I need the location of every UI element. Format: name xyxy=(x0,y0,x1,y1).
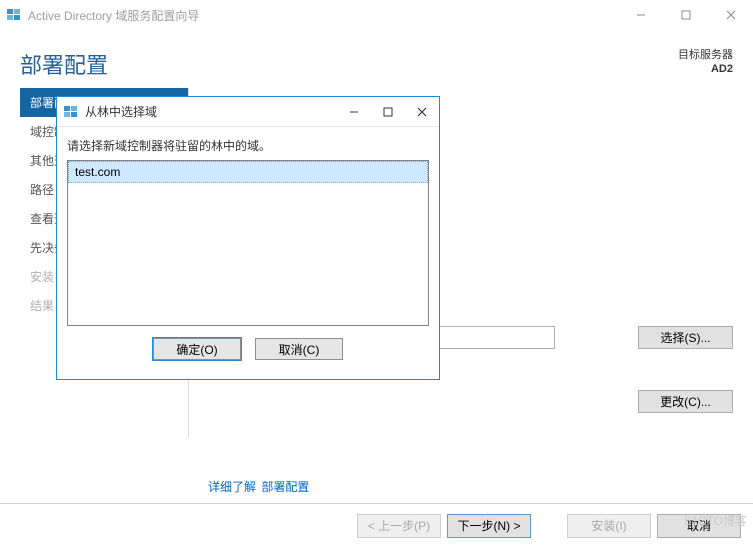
main-title: Active Directory 域服务配置向导 xyxy=(28,7,199,24)
dialog-ok-button[interactable]: 确定(O) xyxy=(153,338,241,360)
target-server-block: 目标服务器 AD2 xyxy=(678,48,733,80)
page-title: 部署配置 xyxy=(20,48,108,80)
main-titlebar: Active Directory 域服务配置向导 xyxy=(0,0,753,30)
learn-more-link[interactable]: 详细了解 部署配置 xyxy=(208,478,309,495)
dialog-title: 从林中选择域 xyxy=(85,103,157,120)
main-window-controls xyxy=(618,0,753,30)
ad-icon xyxy=(6,7,22,23)
learn-more-text-b: 部署配置 xyxy=(261,480,309,494)
install-button: 安装(I) xyxy=(567,514,651,538)
target-server-value: AD2 xyxy=(678,62,733,76)
minimize-button[interactable] xyxy=(618,0,663,30)
dialog-maximize-button[interactable] xyxy=(371,98,405,126)
dialog-footer: 确定(O) 取消(C) xyxy=(67,326,429,360)
dialog-window-controls xyxy=(337,98,439,126)
dialog-minimize-button[interactable] xyxy=(337,98,371,126)
dialog-body: 请选择新域控制器将驻留的林中的域。 test.com 确定(O) 取消(C) xyxy=(57,127,439,360)
dialog-cancel-button[interactable]: 取消(C) xyxy=(255,338,343,360)
wizard-footer: < 上一步(P) 下一步(N) > 安装(I) 取消 xyxy=(0,503,753,547)
ad-icon xyxy=(63,104,79,120)
select-domain-button[interactable]: 选择(S)... xyxy=(638,326,733,349)
dialog-titlebar: 从林中选择域 xyxy=(57,97,439,127)
dialog-close-button[interactable] xyxy=(405,98,439,126)
prev-button: < 上一步(P) xyxy=(357,514,441,538)
select-domain-dialog: 从林中选择域 请选择新域控制器将驻留的林中的域。 test.com 确定(O) … xyxy=(56,96,440,380)
dialog-instruction: 请选择新域控制器将驻留的林中的域。 xyxy=(67,137,429,154)
maximize-button[interactable] xyxy=(663,0,708,30)
domain-listbox[interactable]: test.com xyxy=(67,160,429,326)
next-button[interactable]: 下一步(N) > xyxy=(447,514,531,538)
list-item[interactable]: test.com xyxy=(68,161,428,183)
learn-more-text-a: 详细了解 xyxy=(208,480,256,494)
cancel-button[interactable]: 取消 xyxy=(657,514,741,538)
change-credentials-button[interactable]: 更改(C)... xyxy=(638,390,733,413)
target-server-label: 目标服务器 xyxy=(678,48,733,62)
header: 部署配置 目标服务器 AD2 xyxy=(0,30,753,88)
close-button[interactable] xyxy=(708,0,753,30)
